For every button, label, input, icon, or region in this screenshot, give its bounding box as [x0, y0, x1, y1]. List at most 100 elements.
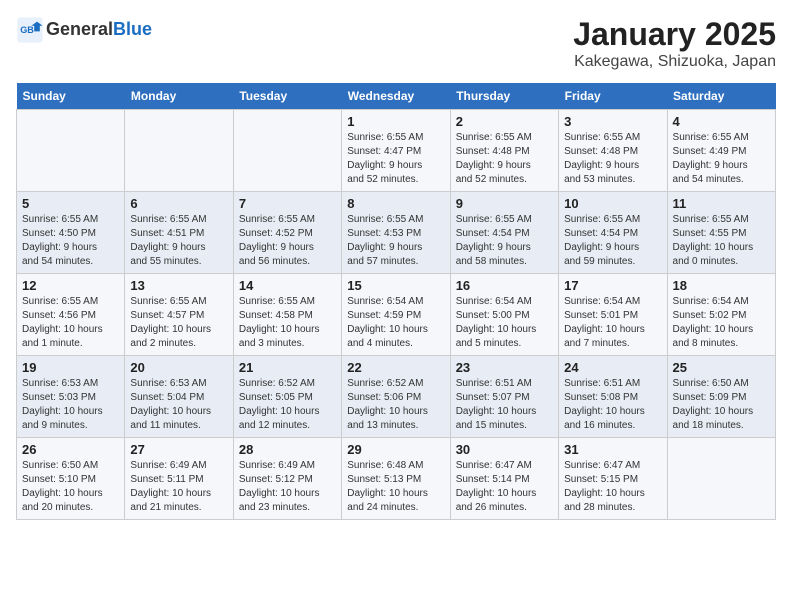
calendar-cell: 22Sunrise: 6:52 AM Sunset: 5:06 PM Dayli…: [342, 356, 450, 438]
day-detail: Sunrise: 6:55 AM Sunset: 4:57 PM Dayligh…: [130, 295, 227, 351]
svg-text:GB: GB: [20, 25, 34, 35]
day-number: 8: [347, 196, 444, 211]
day-detail: Sunrise: 6:55 AM Sunset: 4:54 PM Dayligh…: [564, 213, 661, 269]
logo-blue: Blue: [113, 19, 152, 39]
calendar-cell: 28 Sunrise: 6:49 AM Sunset: 5:12 PM Dayli…: [233, 438, 341, 520]
day-number: 6: [130, 196, 227, 211]
day-detail: Sunrise: 6:54 AM Sunset: 5:01 PM Dayligh…: [564, 295, 661, 351]
day-number: 13: [130, 278, 227, 293]
calendar-cell: 16Sunrise: 6:54 AM Sunset: 5:00 PM Dayli…: [450, 274, 558, 356]
calendar-cell: 15 Sunrise: 6:54 AM Sunset: 4:59 PM Dayli…: [342, 274, 450, 356]
day-number: 1: [347, 114, 444, 129]
calendar-cell: [233, 110, 341, 192]
day-detail: Sunrise: 6:55 AM Sunset: 4:47 PM Dayligh…: [347, 131, 444, 187]
day-detail: Sunrise: 6:47 AM Sunset: 5:14 PM Dayligh…: [456, 459, 553, 515]
day-detail: Sunrise: 6:55 AM Sunset: 4:53 PM Dayligh…: [347, 213, 444, 269]
page-header: GB GeneralBlue January 2025 Kakegawa, Sh…: [16, 16, 776, 71]
calendar-cell: 29 Sunrise: 6:48 AM Sunset: 5:13 PM Dayli…: [342, 438, 450, 520]
calendar-cell: [125, 110, 233, 192]
day-number: 17: [564, 278, 661, 293]
day-detail: Sunrise: 6:55 AM Sunset: 4:58 PM Dayligh…: [239, 295, 336, 351]
day-number: 29: [347, 442, 444, 457]
weekday-header: Sunday: [17, 83, 125, 110]
day-number: 22: [347, 360, 444, 375]
day-detail: Sunrise: 6:53 AM Sunset: 5:03 PM Dayligh…: [22, 377, 119, 433]
day-detail: Sunrise: 6:55 AM Sunset: 4:52 PM Dayligh…: [239, 213, 336, 269]
day-number: 25: [673, 360, 770, 375]
day-number: 2: [456, 114, 553, 129]
calendar-cell: 4 Sunrise: 6:55 AM Sunset: 4:49 PM Daylig…: [667, 110, 775, 192]
calendar-title: January 2025: [573, 16, 776, 53]
day-number: 19: [22, 360, 119, 375]
weekday-header: Wednesday: [342, 83, 450, 110]
calendar-cell: 7 Sunrise: 6:55 AM Sunset: 4:52 PM Daylig…: [233, 192, 341, 274]
calendar-subtitle: Kakegawa, Shizuoka, Japan: [573, 53, 776, 71]
calendar-cell: [17, 110, 125, 192]
day-number: 11: [673, 196, 770, 211]
day-detail: Sunrise: 6:52 AM Sunset: 5:05 PM Dayligh…: [239, 377, 336, 433]
day-detail: Sunrise: 6:49 AM Sunset: 5:12 PM Dayligh…: [239, 459, 336, 515]
calendar-cell: 25 Sunrise: 6:50 AM Sunset: 5:09 PM Dayli…: [667, 356, 775, 438]
day-number: 26: [22, 442, 119, 457]
day-number: 28: [239, 442, 336, 457]
day-detail: Sunrise: 6:51 AM Sunset: 5:07 PM Dayligh…: [456, 377, 553, 433]
day-detail: Sunrise: 6:54 AM Sunset: 5:02 PM Dayligh…: [673, 295, 770, 351]
day-detail: Sunrise: 6:54 AM Sunset: 4:59 PM Dayligh…: [347, 295, 444, 351]
calendar-week-row: 1 Sunrise: 6:55 AM Sunset: 4:47 PM Daylig…: [17, 110, 776, 192]
calendar-week-row: 5 Sunrise: 6:55 AM Sunset: 4:50 PM Daylig…: [17, 192, 776, 274]
calendar-cell: 26 Sunrise: 6:50 AM Sunset: 5:10 PM Dayli…: [17, 438, 125, 520]
calendar-cell: 23 Sunrise: 6:51 AM Sunset: 5:07 PM Dayli…: [450, 356, 558, 438]
day-detail: Sunrise: 6:55 AM Sunset: 4:56 PM Dayligh…: [22, 295, 119, 351]
logo-general: General: [46, 19, 113, 39]
day-detail: Sunrise: 6:51 AM Sunset: 5:08 PM Dayligh…: [564, 377, 661, 433]
calendar-table: SundayMondayTuesdayWednesdayThursdayFrid…: [16, 83, 776, 520]
day-number: 30: [456, 442, 553, 457]
calendar-week-row: 12 Sunrise: 6:55 AM Sunset: 4:56 PM Dayli…: [17, 274, 776, 356]
calendar-week-row: 19 Sunrise: 6:53 AM Sunset: 5:03 PM Dayli…: [17, 356, 776, 438]
day-number: 20: [130, 360, 227, 375]
day-detail: Sunrise: 6:55 AM Sunset: 4:55 PM Dayligh…: [673, 213, 770, 269]
calendar-cell: 31 Sunrise: 6:47 AM Sunset: 5:15 PM Dayli…: [559, 438, 667, 520]
day-number: 7: [239, 196, 336, 211]
weekday-header: Saturday: [667, 83, 775, 110]
day-detail: Sunrise: 6:55 AM Sunset: 4:48 PM Dayligh…: [456, 131, 553, 187]
day-number: 24: [564, 360, 661, 375]
day-detail: Sunrise: 6:50 AM Sunset: 5:09 PM Dayligh…: [673, 377, 770, 433]
day-detail: Sunrise: 6:48 AM Sunset: 5:13 PM Dayligh…: [347, 459, 444, 515]
weekday-header: Tuesday: [233, 83, 341, 110]
day-number: 23: [456, 360, 553, 375]
calendar-cell: 2 Sunrise: 6:55 AM Sunset: 4:48 PM Daylig…: [450, 110, 558, 192]
calendar-cell: 19 Sunrise: 6:53 AM Sunset: 5:03 PM Dayli…: [17, 356, 125, 438]
logo-icon: GB: [16, 16, 44, 44]
calendar-cell: 3Sunrise: 6:55 AM Sunset: 4:48 PM Daylig…: [559, 110, 667, 192]
calendar-cell: 6 Sunrise: 6:55 AM Sunset: 4:51 PM Daylig…: [125, 192, 233, 274]
day-detail: Sunrise: 6:55 AM Sunset: 4:50 PM Dayligh…: [22, 213, 119, 269]
day-number: 21: [239, 360, 336, 375]
day-detail: Sunrise: 6:47 AM Sunset: 5:15 PM Dayligh…: [564, 459, 661, 515]
calendar-cell: 17 Sunrise: 6:54 AM Sunset: 5:01 PM Dayli…: [559, 274, 667, 356]
calendar-header: SundayMondayTuesdayWednesdayThursdayFrid…: [17, 83, 776, 110]
weekday-header: Thursday: [450, 83, 558, 110]
calendar-cell: 11 Sunrise: 6:55 AM Sunset: 4:55 PM Dayli…: [667, 192, 775, 274]
day-detail: Sunrise: 6:50 AM Sunset: 5:10 PM Dayligh…: [22, 459, 119, 515]
calendar-cell: 10Sunrise: 6:55 AM Sunset: 4:54 PM Dayli…: [559, 192, 667, 274]
day-number: 14: [239, 278, 336, 293]
calendar-cell: 9Sunrise: 6:55 AM Sunset: 4:54 PM Daylig…: [450, 192, 558, 274]
day-detail: Sunrise: 6:55 AM Sunset: 4:49 PM Dayligh…: [673, 131, 770, 187]
day-number: 31: [564, 442, 661, 457]
calendar-cell: 13 Sunrise: 6:55 AM Sunset: 4:57 PM Dayli…: [125, 274, 233, 356]
weekday-header: Monday: [125, 83, 233, 110]
day-number: 18: [673, 278, 770, 293]
day-number: 27: [130, 442, 227, 457]
calendar-cell: 20Sunrise: 6:53 AM Sunset: 5:04 PM Dayli…: [125, 356, 233, 438]
day-number: 3: [564, 114, 661, 129]
day-detail: Sunrise: 6:55 AM Sunset: 4:51 PM Dayligh…: [130, 213, 227, 269]
calendar-cell: 8 Sunrise: 6:55 AM Sunset: 4:53 PM Daylig…: [342, 192, 450, 274]
day-number: 9: [456, 196, 553, 211]
calendar-body: 1 Sunrise: 6:55 AM Sunset: 4:47 PM Daylig…: [17, 110, 776, 520]
calendar-week-row: 26 Sunrise: 6:50 AM Sunset: 5:10 PM Dayli…: [17, 438, 776, 520]
day-number: 4: [673, 114, 770, 129]
day-number: 12: [22, 278, 119, 293]
day-number: 5: [22, 196, 119, 211]
day-number: 15: [347, 278, 444, 293]
